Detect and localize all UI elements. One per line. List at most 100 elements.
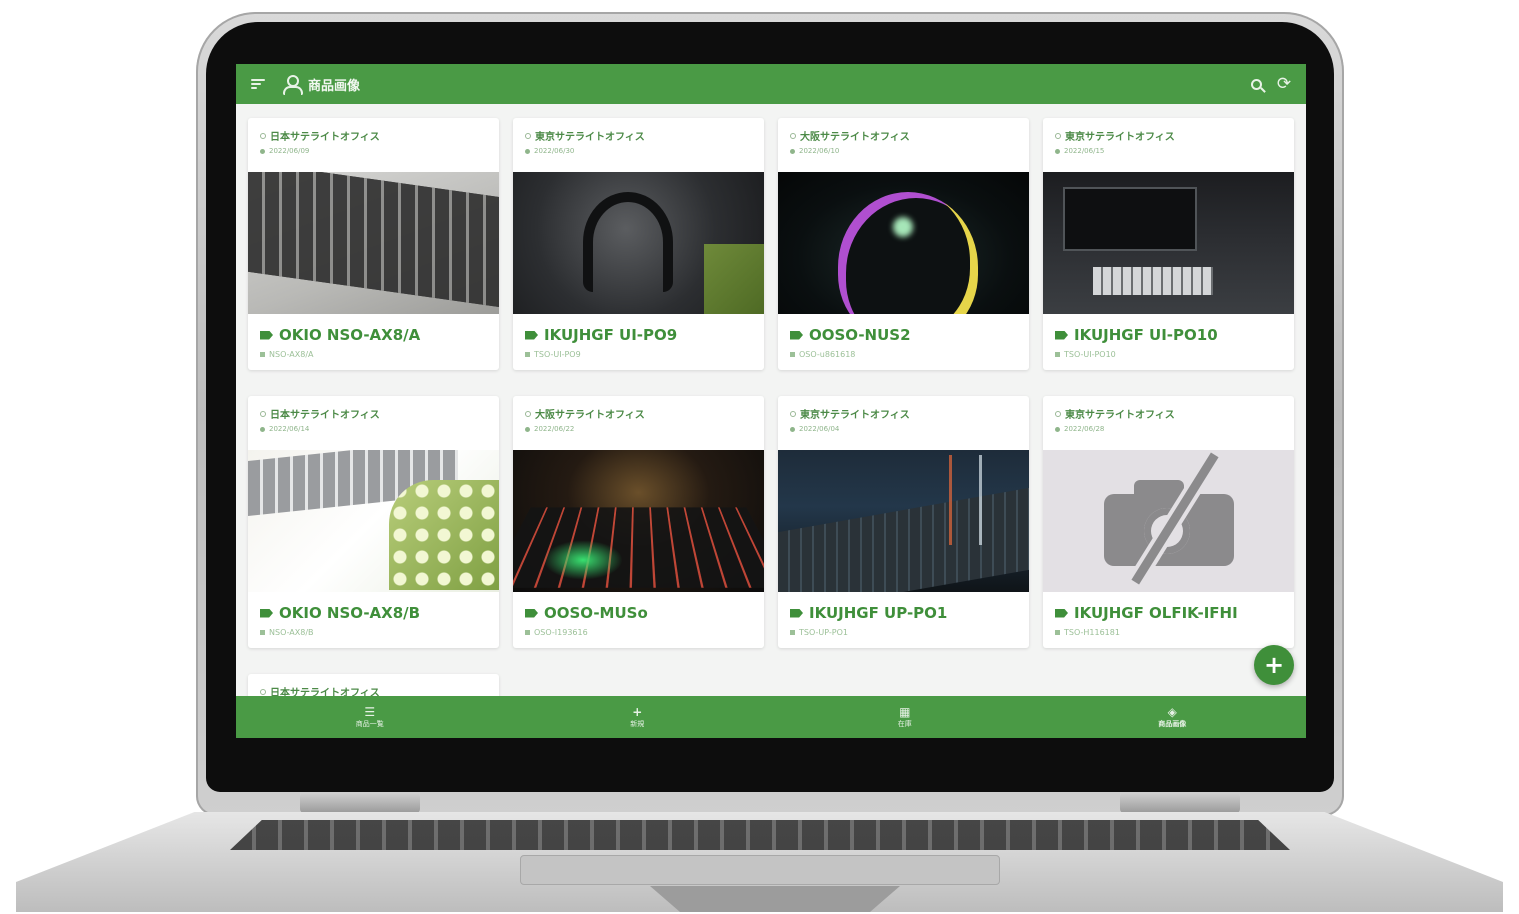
date-icon <box>260 426 265 432</box>
product-image[interactable] <box>513 172 764 314</box>
refresh-button[interactable]: ⟳ <box>1270 70 1298 98</box>
nav-item-product-images[interactable]: ◈ 商品画像 <box>1039 696 1307 738</box>
code-icon <box>525 630 530 635</box>
code-icon <box>525 352 530 357</box>
office-icon <box>525 410 531 417</box>
nav-item-product-list[interactable]: ☰ 商品一覧 <box>236 696 504 738</box>
product-code: OSO-u861618 <box>790 350 1017 359</box>
product-card[interactable]: 東京サテライトオフィス 2022/06/15 IKUJHGF UI-PO10 T… <box>1043 118 1294 370</box>
date-icon <box>525 148 530 154</box>
office-icon <box>790 132 796 139</box>
office-icon <box>525 132 531 139</box>
code-icon <box>790 630 795 635</box>
office-icon <box>260 410 266 417</box>
hinge-left <box>300 793 420 813</box>
app-logo-icon <box>282 74 303 95</box>
product-name: IKUJHGF UI-PO10 <box>1055 326 1282 344</box>
office-icon <box>1055 132 1061 139</box>
registered-date: 2022/06/14 <box>260 425 487 433</box>
laptop-keyboard <box>230 820 1290 850</box>
search-icon <box>1250 78 1262 90</box>
nav-item-new[interactable]: + 新規 <box>504 696 772 738</box>
office-icon <box>260 132 266 139</box>
office-icon <box>260 688 266 695</box>
tag-icon <box>1055 608 1068 618</box>
nav-item-inventory[interactable]: ▦ 在庫 <box>771 696 1039 738</box>
registered-date: 2022/06/30 <box>525 147 752 155</box>
nav-label: 商品画像 <box>1158 720 1187 728</box>
date-icon <box>790 148 795 154</box>
product-code: NSO-AX8/A <box>260 350 487 359</box>
registered-date: 2022/06/28 <box>1055 425 1282 433</box>
product-code: TSO-H116181 <box>1055 628 1282 637</box>
office-name: 日本サテライトオフィス <box>260 128 487 143</box>
calendar-icon: ▦ <box>899 705 911 719</box>
product-image[interactable] <box>778 172 1029 314</box>
tag-icon <box>790 608 803 618</box>
product-image[interactable] <box>248 172 499 314</box>
office-icon <box>790 410 796 417</box>
registered-date: 2022/06/04 <box>790 425 1017 433</box>
bottom-navigation: ☰ 商品一覧 + 新規 ▦ 在庫 ◈ 商品画像 <box>236 696 1306 738</box>
product-image-grid: 日本サテライトオフィス 2022/06/09 OKIO NSO-AX8/A NS… <box>248 118 1298 714</box>
code-icon <box>790 352 795 357</box>
hinge-right <box>1120 793 1240 813</box>
add-image-button[interactable]: + <box>1254 645 1294 685</box>
menu-icon <box>251 79 265 89</box>
product-name: OOSO-NUS2 <box>790 326 1017 344</box>
app-screen: 商品画像 ⟳ 日本サテライトオフィス 2022/06/09 OKIO NSO-A… <box>236 64 1306 738</box>
product-card[interactable]: 日本サテライトオフィス 2022/06/09 OKIO NSO-AX8/A NS… <box>248 118 499 370</box>
office-name: 東京サテライトオフィス <box>790 406 1017 421</box>
date-icon <box>260 148 265 154</box>
registered-date: 2022/06/09 <box>260 147 487 155</box>
product-image[interactable] <box>513 450 764 592</box>
product-name: IKUJHGF UP-PO1 <box>790 604 1017 622</box>
no-camera-icon <box>1103 452 1234 585</box>
product-card[interactable]: 大阪サテライトオフィス 2022/06/22 OOSO-MUSo OSO-I19… <box>513 396 764 648</box>
base-notch <box>650 886 900 912</box>
date-icon <box>1055 148 1060 154</box>
touchpad <box>520 855 1000 885</box>
product-code: TSO-UI-PO9 <box>525 350 752 359</box>
tag-icon <box>1055 330 1068 340</box>
office-name: 大阪サテライトオフィス <box>790 128 1017 143</box>
refresh-icon: ⟳ <box>1276 73 1292 94</box>
search-button[interactable] <box>1242 70 1270 98</box>
menu-button[interactable] <box>244 70 272 98</box>
product-name: IKUJHGF UI-PO9 <box>525 326 752 344</box>
product-card[interactable]: 東京サテライトオフィス 2022/06/30 IKUJHGF UI-PO9 TS… <box>513 118 764 370</box>
product-name: IKUJHGF OLFIK-IFHI <box>1055 604 1282 622</box>
product-name: OKIO NSO-AX8/A <box>260 326 487 344</box>
registered-date: 2022/06/15 <box>1055 147 1282 155</box>
product-card[interactable]: 東京サテライトオフィス 2022/06/28 IKUJHGF OLFIK-IFH… <box>1043 396 1294 648</box>
list-icon: ☰ <box>364 705 376 719</box>
office-name: 大阪サテライトオフィス <box>525 406 752 421</box>
product-image[interactable] <box>248 450 499 592</box>
product-name: OOSO-MUSo <box>525 604 752 622</box>
app-bar: 商品画像 ⟳ <box>236 64 1306 104</box>
image-icon: ◈ <box>1167 705 1177 719</box>
office-icon <box>1055 410 1061 417</box>
code-icon <box>260 630 265 635</box>
product-image[interactable] <box>1043 172 1294 314</box>
product-card[interactable]: 大阪サテライトオフィス 2022/06/10 OOSO-NUS2 OSO-u86… <box>778 118 1029 370</box>
product-image[interactable] <box>778 450 1029 592</box>
registered-date: 2022/06/10 <box>790 147 1017 155</box>
tag-icon <box>525 608 538 618</box>
product-card[interactable]: 東京サテライトオフィス 2022/06/04 IKUJHGF UP-PO1 TS… <box>778 396 1029 648</box>
product-code: NSO-AX8/B <box>260 628 487 637</box>
registered-date: 2022/06/22 <box>525 425 752 433</box>
code-icon <box>1055 630 1060 635</box>
product-card[interactable]: 日本サテライトオフィス 2022/06/14 OKIO NSO-AX8/B NS… <box>248 396 499 648</box>
product-image-placeholder[interactable] <box>1043 450 1294 592</box>
nav-label: 在庫 <box>897 720 912 728</box>
tag-icon <box>525 330 538 340</box>
nav-label: 商品一覧 <box>355 720 384 728</box>
product-code: TSO-UI-PO10 <box>1055 350 1282 359</box>
code-icon <box>1055 352 1060 357</box>
office-name: 東京サテライトオフィス <box>1055 128 1282 143</box>
date-icon <box>790 426 795 432</box>
tag-icon <box>260 330 273 340</box>
date-icon <box>1055 426 1060 432</box>
page-title: 商品画像 <box>308 78 361 94</box>
